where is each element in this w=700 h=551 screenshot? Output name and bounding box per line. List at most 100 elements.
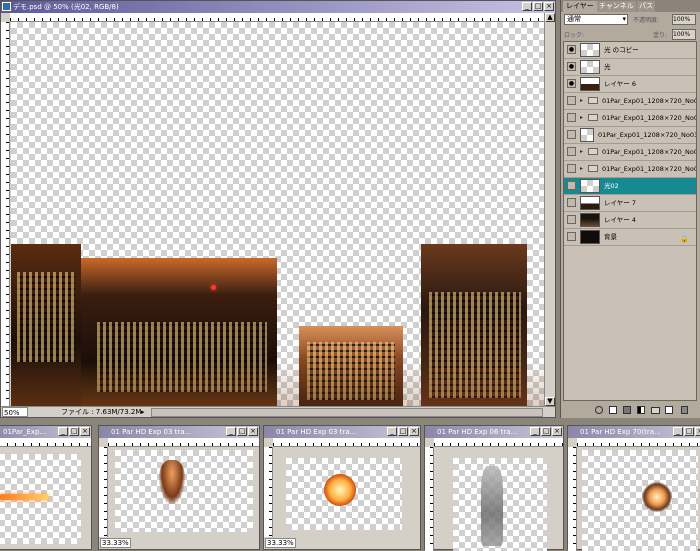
layer-name: 背景 bbox=[604, 233, 617, 241]
close-button[interactable]: × bbox=[409, 427, 419, 436]
minimize-button[interactable]: _ bbox=[226, 427, 236, 436]
layer-row[interactable]: レイヤー 4 bbox=[564, 212, 696, 229]
trash-icon[interactable] bbox=[681, 406, 688, 414]
layer-row[interactable]: ▸ 01Par_Exp01_1208×720_No0... bbox=[564, 144, 696, 161]
vertical-ruler bbox=[425, 447, 434, 551]
layer-row[interactable]: ▸ 01Par_Exp01_1208×720_No0... bbox=[564, 93, 696, 110]
sub-canvas[interactable] bbox=[0, 454, 81, 544]
close-button[interactable]: × bbox=[248, 427, 258, 436]
eye-icon[interactable] bbox=[567, 215, 576, 224]
scroll-up-button[interactable]: ▲ bbox=[545, 13, 555, 22]
canvas[interactable] bbox=[11, 22, 544, 406]
chevron-down-icon: ▾ bbox=[622, 15, 626, 23]
eye-icon[interactable] bbox=[567, 130, 576, 139]
zoom-field[interactable]: 50% bbox=[2, 407, 28, 417]
close-button[interactable]: × bbox=[695, 427, 700, 436]
eye-icon[interactable] bbox=[567, 164, 576, 173]
file-info: ファイル : 7.63M/73.2M bbox=[61, 408, 142, 416]
eye-icon[interactable] bbox=[567, 147, 576, 156]
layer-list: ● 光 のコピー ● 光 ● レイヤー 6 ▸ 01Par_Exp01_1208… bbox=[563, 41, 697, 401]
expand-arrow-icon[interactable]: ▸ bbox=[580, 144, 583, 160]
scroll-down-button[interactable]: ▼ bbox=[545, 397, 555, 406]
close-button[interactable]: × bbox=[80, 427, 90, 436]
fill-field[interactable]: 100% bbox=[672, 29, 696, 40]
horizontal-scrollbar[interactable] bbox=[151, 408, 543, 417]
eye-icon[interactable] bbox=[567, 232, 576, 241]
sub-zoom-field[interactable]: 33.33% bbox=[100, 538, 131, 548]
eye-icon[interactable] bbox=[567, 113, 576, 122]
vertical-ruler bbox=[568, 447, 577, 551]
layer-row[interactable]: ▸ 01Par_Exp01_1208×720_No0... bbox=[564, 110, 696, 127]
eye-icon[interactable]: ● bbox=[567, 45, 576, 54]
tab-layers[interactable]: レイヤー bbox=[563, 1, 597, 12]
layer-thumbnail bbox=[580, 60, 600, 74]
maximize-button[interactable]: □ bbox=[69, 427, 79, 436]
layer-row[interactable]: ▸ 01Par_Exp01_1208×720_No0... bbox=[564, 161, 696, 178]
layer-name: 光 bbox=[604, 63, 611, 71]
sub-canvas[interactable] bbox=[115, 450, 253, 532]
sub-canvas[interactable] bbox=[453, 458, 547, 551]
sub-canvas[interactable] bbox=[582, 450, 698, 551]
expand-arrow-icon[interactable]: ▸ bbox=[580, 93, 583, 109]
layer-name: 01Par_Exp01_1208×720_No0... bbox=[602, 148, 696, 156]
layer-row[interactable]: ● 光 のコピー bbox=[564, 42, 696, 59]
layer-name: 光02 bbox=[604, 182, 619, 190]
close-button[interactable]: × bbox=[544, 2, 554, 11]
tab-channels[interactable]: チャンネル bbox=[597, 1, 636, 12]
sub-window-title: 01 Par HD Exp 03 tra... bbox=[276, 428, 357, 436]
eye-icon[interactable] bbox=[567, 198, 576, 207]
maximize-button[interactable]: □ bbox=[684, 427, 694, 436]
minimize-button[interactable]: _ bbox=[522, 2, 532, 11]
blend-mode-select[interactable]: 通常 ▾ bbox=[564, 14, 628, 25]
vertical-scrollbar[interactable]: ▲ ▼ bbox=[544, 13, 555, 406]
maximize-button[interactable]: □ bbox=[398, 427, 408, 436]
new-layer-icon[interactable] bbox=[665, 406, 673, 414]
sub-window-titlebar[interactable]: 01 Par HD Exp 06 tra... _ □ × bbox=[425, 426, 563, 438]
layer-thumbnail bbox=[580, 179, 600, 193]
layer-row[interactable]: ● レイヤー 6 bbox=[564, 76, 696, 93]
adjustment-icon[interactable] bbox=[637, 406, 645, 414]
sub-window-4: 01 Par HD Exp 06 tra... _ □ × bbox=[424, 425, 564, 551]
horizontal-ruler bbox=[434, 438, 563, 447]
expand-arrow-icon[interactable]: ▸ bbox=[580, 110, 583, 126]
folder-icon bbox=[588, 114, 598, 121]
sub-window-titlebar[interactable]: 01 Par HD Exp 70(tra... _□× bbox=[568, 426, 700, 438]
link-icon[interactable] bbox=[595, 406, 603, 414]
layer-row[interactable]: 01Par_Exp01_1208×720_No03... bbox=[564, 127, 696, 144]
layer-row[interactable]: ● 光 bbox=[564, 59, 696, 76]
layer-row[interactable]: レイヤー 7 bbox=[564, 195, 696, 212]
sub-window-titlebar[interactable]: 01Par_Exp... _ □ × bbox=[0, 426, 91, 438]
app-icon bbox=[2, 2, 11, 11]
minimize-button[interactable]: _ bbox=[58, 427, 68, 436]
tab-paths[interactable]: パス bbox=[637, 1, 655, 12]
sub-window-titlebar[interactable]: 01 Par HD Exp 03 tra... _ □ × bbox=[99, 426, 259, 438]
status-menu-arrow[interactable]: ▸ bbox=[141, 407, 145, 417]
layer-row[interactable]: 背景 🔒 bbox=[564, 229, 696, 246]
close-button[interactable]: × bbox=[552, 427, 562, 436]
layer-thumbnail bbox=[580, 43, 600, 57]
eye-icon[interactable]: ● bbox=[567, 79, 576, 88]
opacity-field[interactable]: 100% bbox=[672, 14, 696, 25]
maximize-button[interactable]: □ bbox=[237, 427, 247, 436]
folder-icon bbox=[588, 165, 598, 172]
minimize-button[interactable]: _ bbox=[387, 427, 397, 436]
eye-icon[interactable]: ● bbox=[567, 62, 576, 71]
minimize-button[interactable]: _ bbox=[530, 427, 540, 436]
style-icon[interactable] bbox=[609, 406, 617, 414]
sub-canvas[interactable] bbox=[286, 458, 402, 530]
folder-icon[interactable] bbox=[651, 407, 660, 414]
sub-zoom-field[interactable]: 33.33% bbox=[265, 538, 296, 548]
vertical-ruler bbox=[1, 22, 10, 406]
main-window-titlebar[interactable]: デモ.psd @ 50% (光02, RGB/8) _ □ × bbox=[1, 1, 555, 13]
city-glow bbox=[11, 362, 544, 406]
sub-window-titlebar[interactable]: 01 Par HD Exp 03 tra... _ □ × bbox=[264, 426, 420, 438]
eye-icon[interactable] bbox=[567, 181, 576, 190]
expand-arrow-icon[interactable]: ▸ bbox=[580, 161, 583, 177]
minimize-button[interactable]: _ bbox=[673, 427, 683, 436]
mask-icon[interactable] bbox=[623, 406, 631, 414]
maximize-button[interactable]: □ bbox=[541, 427, 551, 436]
lock-label: ロック: bbox=[564, 32, 585, 39]
layer-row-selected[interactable]: 光02 bbox=[564, 178, 696, 195]
eye-icon[interactable] bbox=[567, 96, 576, 105]
maximize-button[interactable]: □ bbox=[533, 2, 543, 11]
